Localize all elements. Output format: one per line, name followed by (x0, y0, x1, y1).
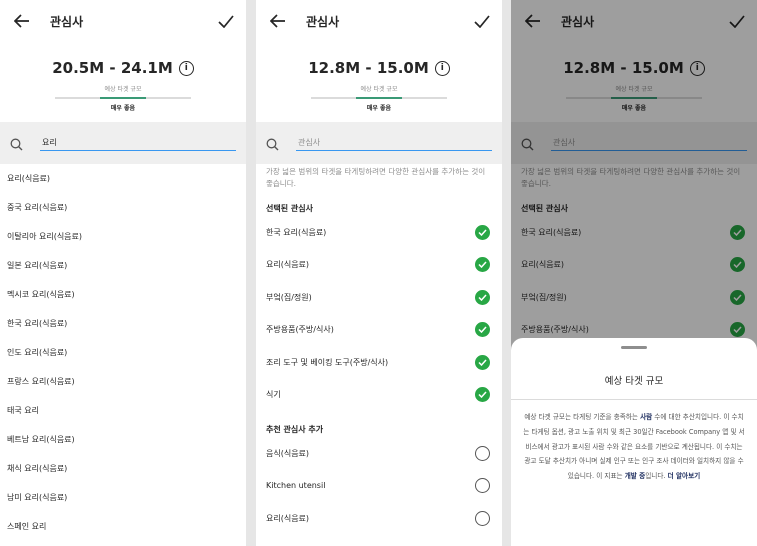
search-bar (256, 122, 502, 164)
interests-screen-search: 관심사 20.5M - 24.1M i 예상 타겟 규모 매우 좋음 요리(식음료… (0, 0, 246, 546)
audience-size-summary: 12.8M - 15.0M i 예상 타겟 규모 매우 좋음 (256, 42, 502, 122)
empty-circle-icon[interactable] (475, 445, 490, 461)
audience-range: 12.8M - 15.0M (308, 59, 429, 77)
interest-label: Kitchen utensil (266, 481, 326, 491)
suggested-interest[interactable]: 요리(식음료) (256, 502, 502, 535)
interest-label: 부엌(집/정원) (266, 292, 312, 302)
check-circle-icon[interactable] (475, 257, 490, 273)
top-bar: 관심사 (0, 0, 246, 42)
result-item[interactable]: 중국 요리(식음료) (0, 193, 246, 222)
audience-size-label: 예상 타겟 규모 (360, 86, 398, 93)
audience-info-sheet: 예상 타겟 규모 예상 타겟 규모는 타게팅 기준을 충족하는 사람 수에 대한… (511, 338, 757, 546)
interest-label: 요리(식음료) (266, 513, 310, 523)
audience-range: 20.5M - 24.1M (52, 59, 173, 77)
check-circle-icon[interactable] (475, 387, 490, 403)
sheet-description: 예상 타겟 규모는 타게팅 기준을 충족하는 사람 수에 대한 추산치입니다. … (511, 400, 757, 484)
suggested-interest[interactable]: Kitchen utensil (256, 470, 502, 503)
audience-quality: 매우 좋음 (366, 105, 392, 112)
result-item[interactable]: 요리(식음료) (0, 164, 246, 193)
selected-interest[interactable]: 주방용품(주방/식사) (256, 314, 502, 347)
result-item[interactable]: 남미 요리(식음료) (0, 483, 246, 512)
description-text: 입니다. (645, 472, 668, 481)
search-icon (266, 136, 280, 151)
result-item[interactable]: 태국 요리 (0, 396, 246, 425)
check-circle-icon[interactable] (475, 354, 490, 370)
audience-quality: 매우 좋음 (110, 105, 136, 112)
result-item[interactable]: 채식 요리(식음료) (0, 454, 246, 483)
interest-label: 식기 (266, 390, 281, 400)
search-icon (10, 136, 24, 151)
description-text: 예상 타겟 규모는 타게팅 기준을 충족하는 (524, 413, 641, 421)
interest-label: 주방용품(주방/식사) (266, 325, 334, 335)
description-emphasis: 개발 중 (624, 472, 646, 481)
result-item[interactable]: 한국 요리(식음료) (0, 309, 246, 338)
back-arrow-icon[interactable] (268, 11, 288, 31)
audience-meter (311, 97, 447, 99)
search-results: 요리(식음료) 중국 요리(식음료) 이탈리아 요리(식음료) 일본 요리(식음… (0, 164, 246, 541)
check-circle-icon[interactable] (475, 289, 490, 305)
description-emphasis: 사람 (640, 413, 653, 421)
check-circle-icon[interactable] (475, 322, 490, 338)
audience-size-summary: 20.5M - 24.1M i 예상 타겟 규모 매우 좋음 (0, 42, 246, 122)
search-bar (0, 122, 246, 164)
result-item[interactable]: 일본 요리(식음료) (0, 251, 246, 280)
search-input[interactable] (296, 135, 492, 151)
page-title: 관심사 (50, 14, 84, 29)
result-item[interactable]: 스페인 요리 (0, 512, 246, 541)
back-arrow-icon[interactable] (12, 11, 32, 31)
result-item[interactable]: 베트남 요리(식음료) (0, 425, 246, 454)
interest-label: 한국 요리(식음료) (266, 227, 327, 237)
sheet-title: 예상 타겟 규모 (604, 376, 664, 387)
interests-screen-selected: 관심사 12.8M - 15.0M i 예상 타겟 규모 매우 좋음 가장 넓은 … (256, 0, 502, 546)
check-circle-icon[interactable] (475, 224, 490, 240)
done-checkmark-icon[interactable] (472, 11, 492, 31)
page-title: 관심사 (306, 14, 340, 29)
info-icon[interactable]: i (434, 60, 450, 76)
description-text: 수에 대한 추산치입니다. 이 수치는 타게팅 옵션, 광고 노출 위치 및 최… (523, 413, 745, 481)
empty-circle-icon[interactable] (475, 478, 490, 494)
selected-interest[interactable]: 요리(식음료) (256, 249, 502, 282)
selected-interest[interactable]: 한국 요리(식음료) (256, 216, 502, 249)
selected-interest[interactable]: 식기 (256, 379, 502, 412)
hint-text: 가장 넓은 범위의 타겟을 타게팅하려면 다양한 관심사를 추가하는 것이 좋습… (266, 167, 486, 188)
sheet-drag-handle[interactable] (621, 346, 647, 349)
audience-meter (55, 97, 191, 99)
interest-label: 조리 도구 및 베이킹 도구(주방/식사) (266, 357, 389, 367)
suggested-section-title: 추천 관심사 추가 (266, 424, 324, 434)
info-icon[interactable]: i (178, 60, 194, 76)
interest-label: 요리(식음료) (266, 260, 310, 270)
audience-size-label: 예상 타겟 규모 (104, 86, 142, 93)
interests-screen-info-sheet: 관심사 12.8M - 15.0Mi 예상 타겟 규모 매우 좋음 가장 넓은 … (511, 0, 757, 546)
audience-meter-fill (100, 97, 146, 99)
audience-meter-fill (356, 97, 402, 99)
suggested-interest[interactable]: 음식(식음료) (256, 437, 502, 470)
search-input[interactable] (40, 135, 236, 151)
result-item[interactable]: 인도 요리(식음료) (0, 338, 246, 367)
interest-label: 음식(식음료) (266, 448, 310, 458)
done-checkmark-icon[interactable] (216, 11, 236, 31)
empty-circle-icon[interactable] (475, 510, 490, 526)
top-bar: 관심사 (256, 0, 502, 42)
selected-interest[interactable]: 부엌(집/정원) (256, 281, 502, 314)
selected-section-title: 선택된 관심사 (266, 203, 313, 213)
result-item[interactable]: 프랑스 요리(식음료) (0, 367, 246, 396)
selected-interest[interactable]: 조리 도구 및 베이킹 도구(주방/식사) (256, 346, 502, 379)
learn-more-link[interactable]: 더 알아보기 (668, 472, 701, 480)
result-item[interactable]: 이탈리아 요리(식음료) (0, 222, 246, 251)
result-item[interactable]: 멕시코 요리(식음료) (0, 280, 246, 309)
